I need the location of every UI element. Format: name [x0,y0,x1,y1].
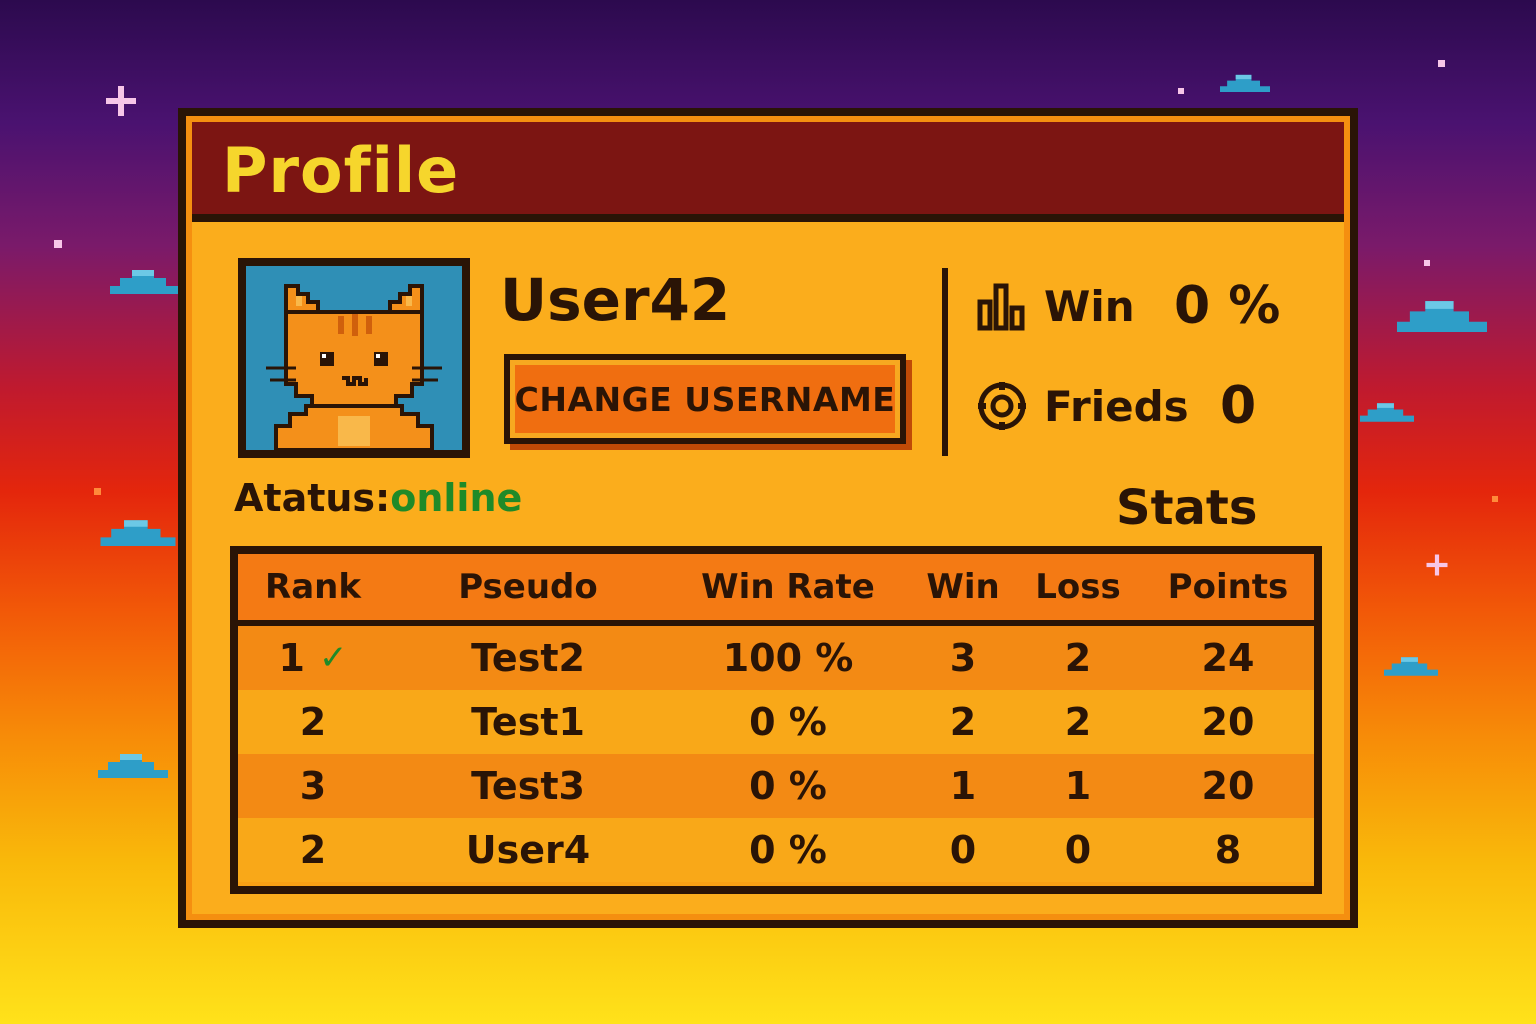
cloud-icon [1384,657,1438,676]
win-cell: 0 [949,828,977,872]
friends-icon [978,382,1026,430]
cat-avatar-icon [246,266,462,450]
status-value: online [390,476,523,520]
star-dot [1424,260,1430,266]
table-row[interactable]: 3 Test3 0 % 1 1 20 [238,754,1314,818]
friends-value: 0 [1220,376,1257,436]
check-icon: ✓ [318,638,348,678]
pseudo-cell: Test1 [471,700,585,744]
pseudo-cell: Test3 [471,764,585,808]
avatar[interactable] [238,258,470,458]
friends-summary: Frieds 0 [976,376,1256,436]
win-summary: Win 0 % [976,276,1280,336]
table-row[interactable]: 2 User4 0 % 0 0 8 [238,818,1314,882]
cloud-icon [98,754,168,778]
win-label: Win [1044,281,1135,331]
profile-window: Profile User42 CHANGE USERNAME Win 0 % F… [178,108,1358,928]
win-rate-cell: 0 % [749,828,827,872]
username: User42 [500,266,731,334]
status-line: Atatus:online [234,476,522,520]
loss-cell: 0 [1064,828,1092,872]
rank-cell: 2 [299,828,327,872]
win-cell: 3 [949,636,977,680]
win-rate-cell: 0 % [749,764,827,808]
cloud-icon [1360,403,1414,422]
rank-cell: 1 ✓ [238,626,388,690]
column-header-loss[interactable]: Loss [1018,554,1138,620]
rank-cell: 3 [299,764,327,808]
change-username-button[interactable]: CHANGE USERNAME [504,354,906,444]
sparkle-icon [1426,554,1448,576]
rank-cell: 2 [299,700,327,744]
points-cell: 20 [1201,764,1255,808]
star-dot [54,240,62,248]
title-bar: Profile [192,122,1344,222]
cloud-icon [110,270,180,294]
cloud-icon [100,520,176,546]
loss-cell: 2 [1064,636,1092,680]
stats-title: Stats [1116,480,1258,536]
win-cell: 2 [949,700,977,744]
star-dot [1178,88,1184,94]
sparkle-icon [106,86,136,116]
window-title: Profile [222,134,460,207]
column-header-pseudo[interactable]: Pseudo [408,554,648,620]
win-cell: 1 [949,764,977,808]
points-cell: 8 [1214,828,1242,872]
loss-cell: 2 [1064,700,1092,744]
star-dot [1438,60,1445,67]
rank-value: 1 [278,636,305,680]
pseudo-cell: User4 [465,828,591,872]
bar-chart-icon [977,283,1025,331]
points-cell: 20 [1201,700,1255,744]
loss-cell: 1 [1064,764,1092,808]
friends-label: Frieds [1044,381,1189,431]
win-value: 0 % [1174,276,1281,336]
divider [942,268,948,456]
column-header-win-rate[interactable]: Win Rate [658,554,918,620]
status-label: Atatus: [234,476,391,520]
cloud-icon [1397,301,1487,332]
win-rate-cell: 0 % [749,700,827,744]
table-row[interactable]: 1 ✓ Test2 100 % 3 2 24 [238,626,1314,690]
stats-table: Rank Pseudo Win Rate Win Loss Points 1 ✓ … [230,546,1322,894]
table-row[interactable]: 2 Test1 0 % 2 2 20 [238,690,1314,754]
star-dot [1492,496,1498,502]
table-header: Rank Pseudo Win Rate Win Loss Points [238,554,1314,626]
points-cell: 24 [1201,636,1255,680]
star-dot [94,488,101,495]
column-header-rank[interactable]: Rank [238,554,388,620]
win-rate-cell: 100 % [722,636,854,680]
pseudo-cell: Test2 [471,636,585,680]
column-header-win[interactable]: Win [908,554,1018,620]
column-header-points[interactable]: Points [1138,554,1318,620]
cloud-icon [1220,74,1270,92]
